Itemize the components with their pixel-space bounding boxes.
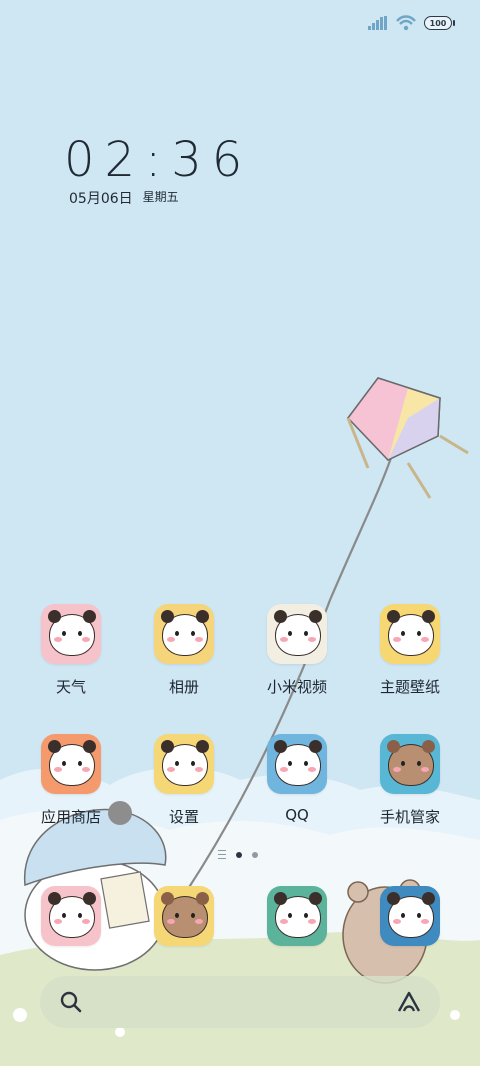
app-label-store: 应用商店 (40, 808, 101, 826)
clock-weekday: 星期五 (142, 190, 179, 204)
status-bar: 100 (368, 12, 455, 34)
gallery-app-icon[interactable] (154, 604, 214, 664)
dock-app-phone[interactable] (21, 886, 121, 946)
search-icon[interactable] (60, 991, 82, 1013)
clock-time[interactable]: 02:36 (64, 132, 252, 188)
wifi-icon (396, 15, 416, 31)
app-themes[interactable]: 主题壁纸 (360, 604, 460, 697)
page-indicator-menu-icon[interactable] (218, 850, 226, 859)
page-dot-1[interactable] (236, 851, 242, 858)
app-label-gallery: 相册 (168, 678, 199, 696)
clock-date-row: 05月06日 星期五 (69, 188, 179, 208)
app-store-icon[interactable] (41, 734, 101, 794)
clock-date: 05月06日 (69, 191, 133, 207)
mi-video-app-icon[interactable] (267, 604, 327, 664)
app-label-security: 手机管家 (379, 808, 440, 826)
security-app-icon[interactable] (380, 734, 440, 794)
battery-level: 100 (429, 18, 447, 28)
app-label-themes: 主题壁纸 (379, 678, 440, 696)
app-label-settings: 设置 (168, 808, 199, 826)
browser-app-icon[interactable] (154, 886, 214, 946)
app-store[interactable]: 应用商店 (21, 734, 121, 827)
themes-app-icon[interactable] (380, 604, 440, 664)
phone-app-icon[interactable] (41, 886, 101, 946)
battery-icon: 100 (424, 16, 455, 30)
app-settings[interactable]: 设置 (134, 734, 234, 827)
app-label-mi-video: 小米视频 (266, 678, 327, 696)
dock-app-browser[interactable] (134, 886, 234, 946)
page-indicator[interactable] (218, 850, 258, 859)
app-label-qq: QQ (285, 806, 309, 824)
home-screen: 100 02:36 05月06日 星期五 天气 相册 小米视频 主题壁纸 应用商… (0, 0, 480, 1066)
app-weather[interactable]: 天气 (21, 604, 121, 697)
page-dot-2[interactable] (252, 851, 258, 858)
search-bar[interactable] (40, 976, 440, 1028)
app-qq[interactable]: QQ (247, 734, 347, 824)
assistant-icon[interactable] (396, 990, 422, 1014)
settings-app-icon[interactable] (154, 734, 214, 794)
signal-icon (368, 16, 387, 30)
camera-app-icon[interactable] (380, 886, 440, 946)
app-security[interactable]: 手机管家 (360, 734, 460, 827)
dock-app-messages[interactable] (247, 886, 347, 946)
qq-app-icon[interactable] (267, 734, 327, 794)
app-label-weather: 天气 (55, 678, 86, 696)
dock-app-camera[interactable] (360, 886, 460, 946)
app-gallery[interactable]: 相册 (134, 604, 234, 697)
weather-app-icon[interactable] (41, 604, 101, 664)
messages-app-icon[interactable] (267, 886, 327, 946)
app-mi-video[interactable]: 小米视频 (247, 604, 347, 697)
